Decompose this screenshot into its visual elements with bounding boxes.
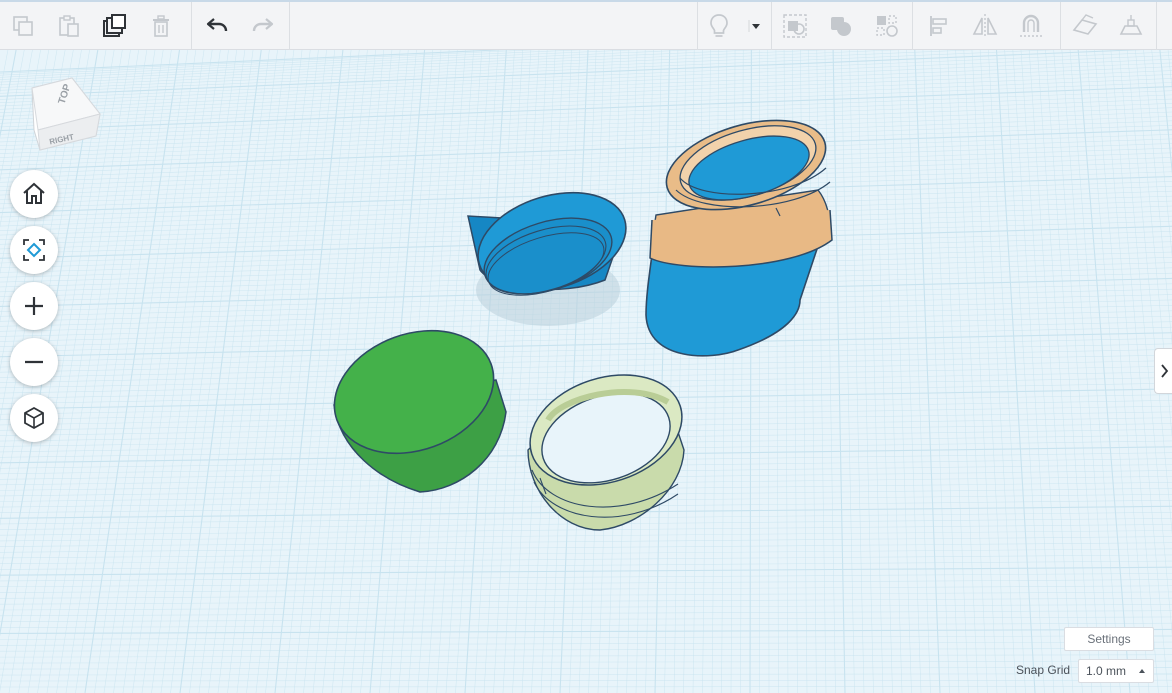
- redo-button[interactable]: [240, 2, 286, 50]
- snap-grid-select[interactable]: 1.0 mm: [1078, 659, 1154, 683]
- grid-plane: [0, 50, 1172, 693]
- paste-button[interactable]: [46, 2, 92, 50]
- undo-icon: [206, 18, 228, 32]
- ungroup-button[interactable]: [864, 2, 910, 50]
- zoom-in-icon: [25, 297, 43, 315]
- visibility-dropdown-button[interactable]: [740, 2, 770, 50]
- zoom-out-icon: [25, 360, 43, 364]
- copy-button[interactable]: [0, 2, 46, 50]
- toolbar-divider: [191, 2, 192, 50]
- panel-toggle-button[interactable]: [1154, 348, 1172, 394]
- toolbar-divider: [912, 2, 913, 50]
- duplicate-button[interactable]: [92, 2, 138, 50]
- cruise-button[interactable]: [1008, 2, 1054, 50]
- undo-button[interactable]: [194, 2, 240, 50]
- ruler-button[interactable]: [1108, 2, 1154, 50]
- snap-grid-value: 1.0 mm: [1086, 664, 1127, 678]
- mirror-icon: [972, 14, 998, 38]
- solid-hole-button[interactable]: [818, 2, 864, 50]
- toolbar-divider: [1156, 2, 1157, 50]
- redo-icon: [252, 18, 274, 32]
- edit-toolbar-group: [0, 2, 184, 50]
- toolbar-divider: [289, 2, 290, 50]
- snap-grid-label: Snap Grid: [1016, 663, 1071, 677]
- main-toolbar: [0, 0, 1172, 50]
- ruler-icon: [1119, 15, 1143, 35]
- perspective-button[interactable]: [10, 394, 58, 442]
- perspective-icon: [24, 406, 44, 430]
- duplicate-icon: [103, 14, 126, 37]
- caret-up-icon: [1139, 669, 1145, 673]
- workplane[interactable]: [0, 50, 1172, 693]
- view-cube[interactable]: TOP RIGHT: [26, 72, 104, 156]
- group-icon: [783, 14, 807, 38]
- shape-toolbar-group: [698, 2, 770, 50]
- cruise-icon: [1020, 14, 1042, 37]
- group-button[interactable]: [772, 2, 818, 50]
- zoom-out-button[interactable]: [10, 338, 58, 386]
- history-toolbar-group: [194, 2, 286, 50]
- home-view-button[interactable]: [10, 170, 58, 218]
- lightbulb-icon: [710, 14, 728, 37]
- delete-icon: [153, 15, 169, 37]
- home-view-icon: [23, 182, 45, 204]
- workplane-toolbar-group: [1062, 2, 1154, 50]
- fit-view-icon: [23, 239, 45, 261]
- mirror-button[interactable]: [962, 2, 1008, 50]
- align-button[interactable]: [916, 2, 962, 50]
- delete-button[interactable]: [138, 2, 184, 50]
- workplane-button[interactable]: [1062, 2, 1108, 50]
- object-toolbar-group: [772, 2, 910, 50]
- align-icon: [930, 16, 947, 36]
- dropdown-caret-icon: [748, 20, 760, 32]
- zoom-in-button[interactable]: [10, 282, 58, 330]
- copy-icon: [13, 16, 33, 36]
- ungroup-icon: [876, 15, 898, 37]
- solid-hole-icon: [831, 17, 851, 36]
- paste-icon: [59, 15, 79, 37]
- transform-toolbar-group: [916, 2, 1054, 50]
- workplane-icon: [1072, 14, 1098, 35]
- fit-view-button[interactable]: [10, 226, 58, 274]
- show-all-button[interactable]: [698, 2, 740, 50]
- chevron-right-icon: [1160, 364, 1168, 378]
- toolbar-divider: [1060, 2, 1061, 50]
- settings-button[interactable]: Settings: [1064, 627, 1154, 651]
